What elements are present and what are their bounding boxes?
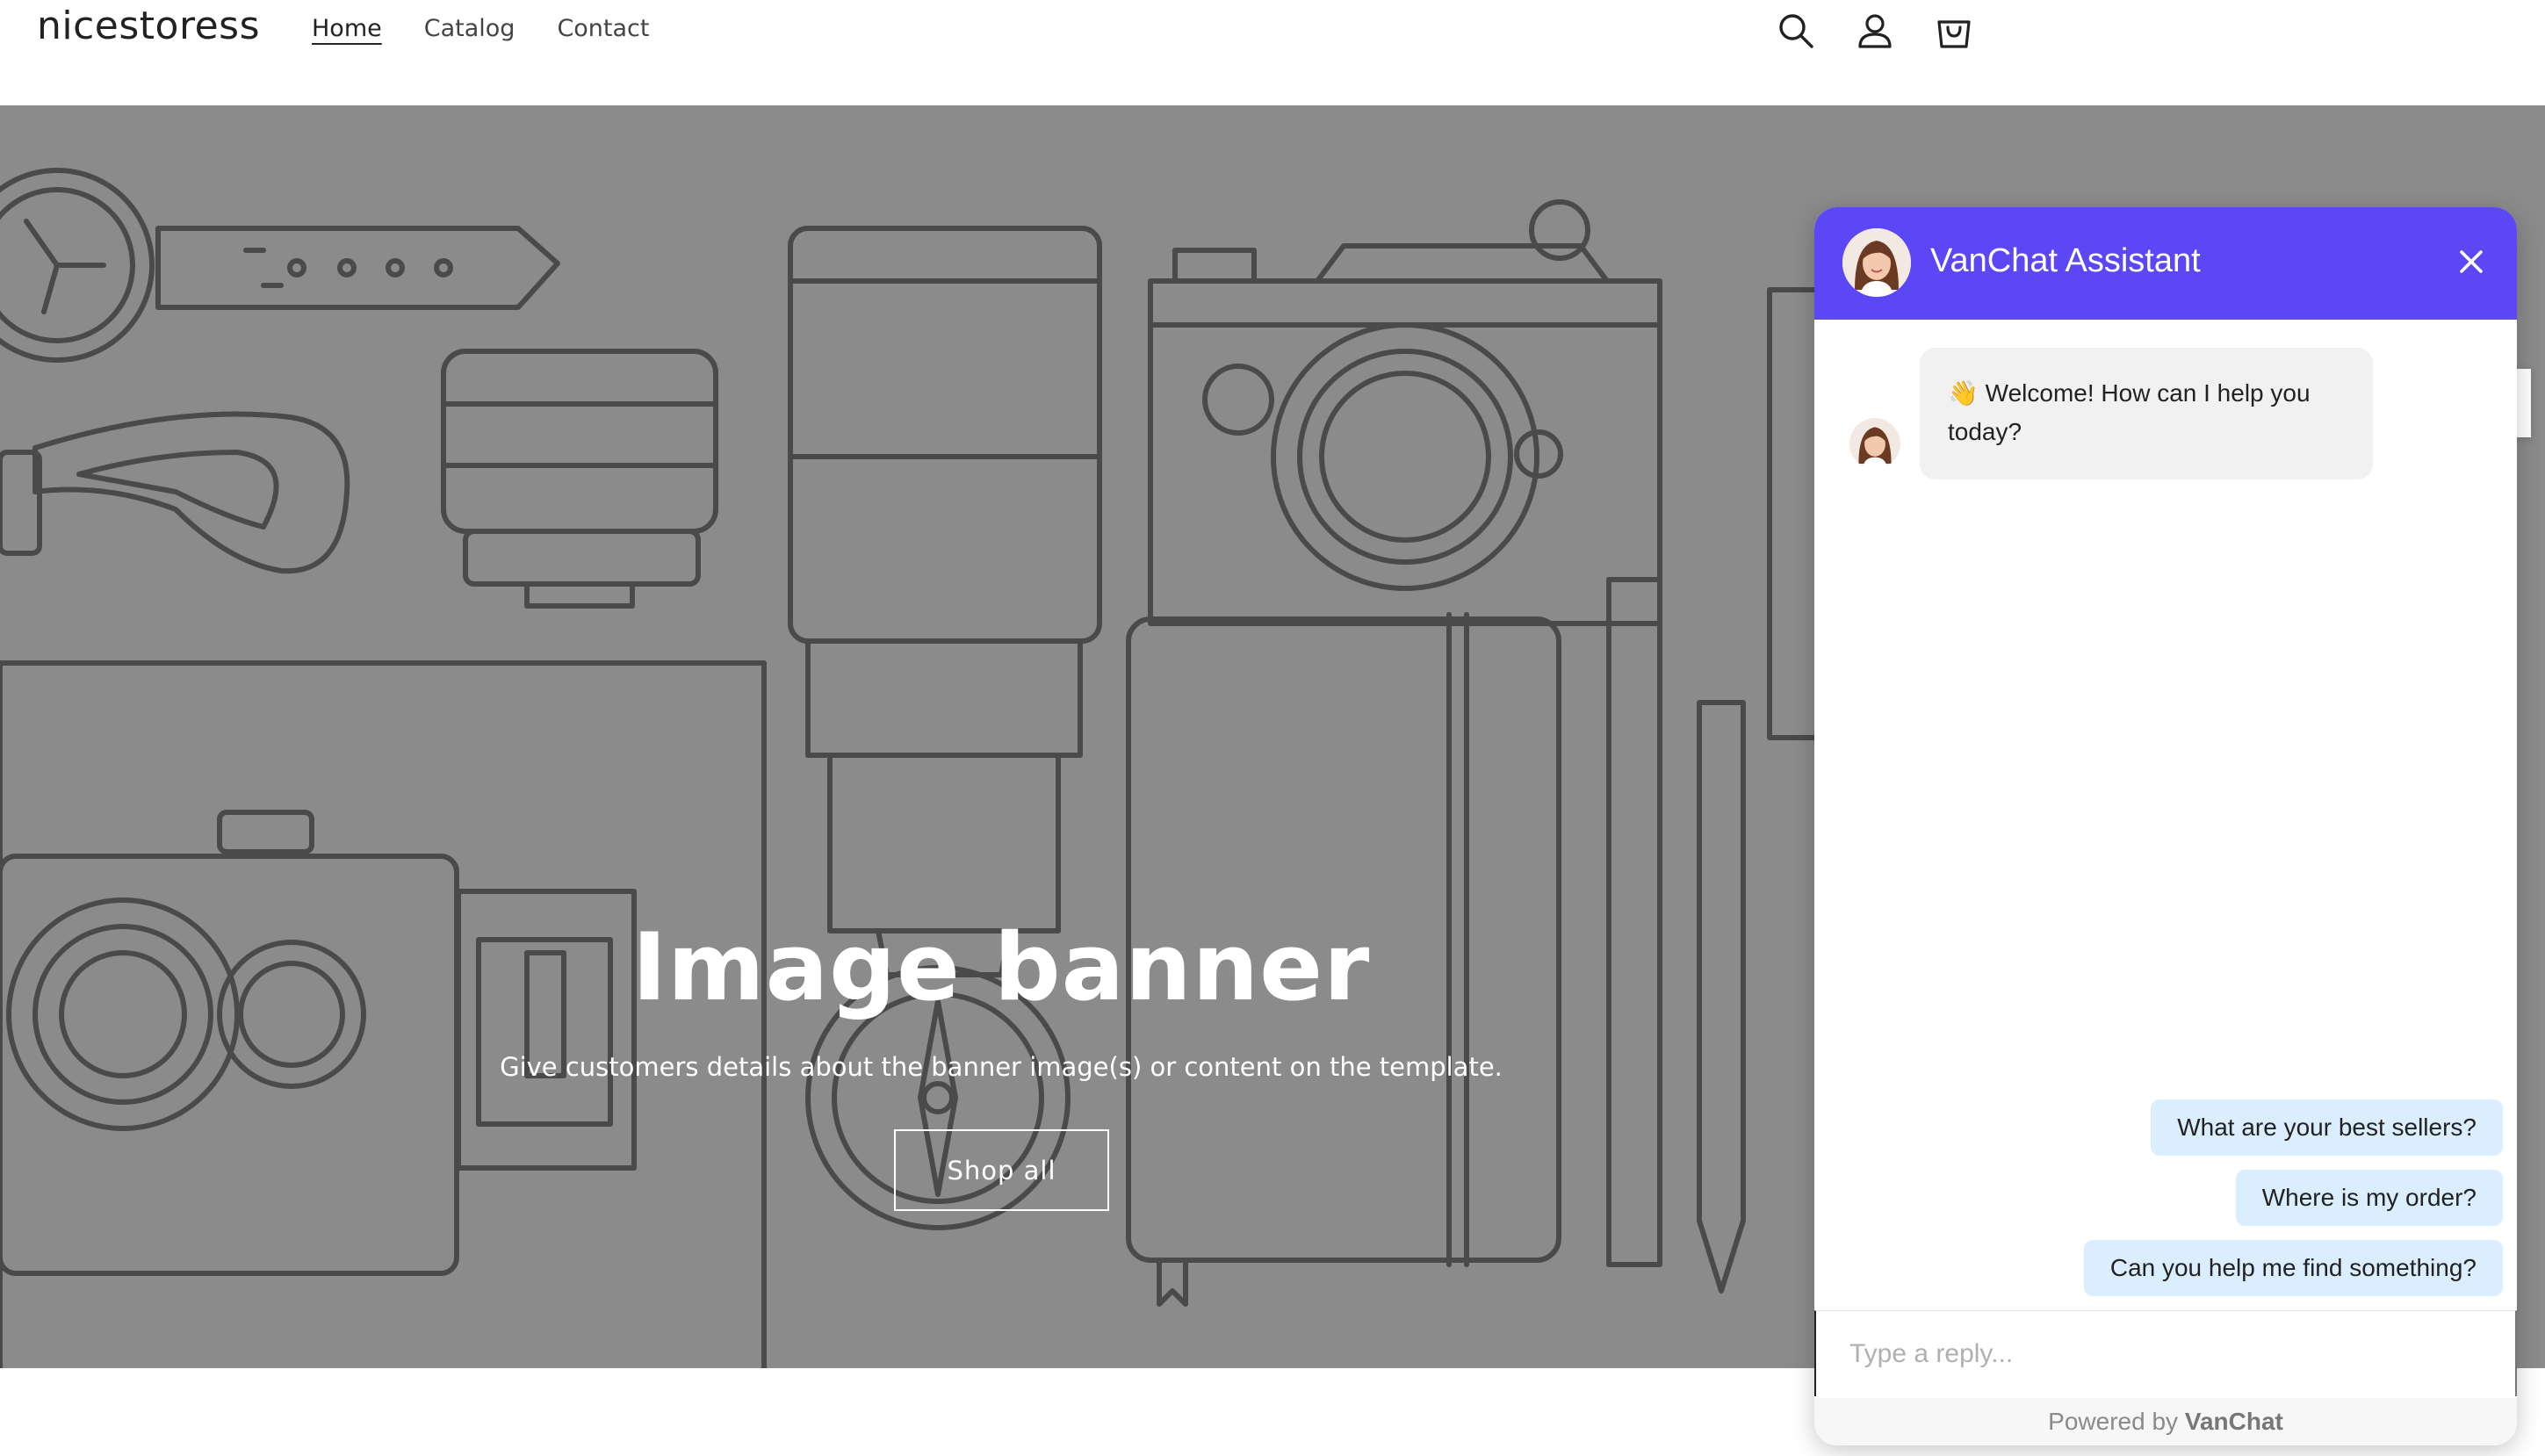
- chat-widget: VanChat Assistant 👋 Welcome! How can I h…: [1814, 207, 2517, 1445]
- bot-message-text: Welcome! How can I help you today?: [1948, 379, 2311, 445]
- quick-reply-order-status[interactable]: Where is my order?: [2235, 1170, 2503, 1226]
- close-icon[interactable]: [2452, 242, 2491, 281]
- wave-icon: 👋: [1948, 379, 1979, 407]
- site-header: nicestoress Home Catalog Contact: [0, 0, 2545, 105]
- search-icon[interactable]: [1774, 9, 1818, 53]
- powered-prefix: Powered by: [2048, 1408, 2179, 1435]
- chat-reply-input[interactable]: [1814, 1310, 2517, 1396]
- quick-reply-best-sellers[interactable]: What are your best sellers?: [2151, 1099, 2503, 1156]
- nav-catalog[interactable]: Catalog: [424, 15, 515, 42]
- message-avatar: [1849, 418, 1900, 469]
- chat-header: VanChat Assistant: [1814, 207, 2517, 320]
- main-nav: Home Catalog Contact: [312, 15, 649, 42]
- account-icon[interactable]: [1853, 9, 1897, 53]
- header-actions: [1774, 9, 1976, 53]
- quick-reply-find-something[interactable]: Can you help me find something?: [2083, 1240, 2503, 1296]
- banner-subtitle: Give customers details about the banner …: [500, 1052, 1503, 1082]
- powered-by: Powered by VanChat: [1814, 1398, 2517, 1445]
- assistant-avatar: [1842, 228, 1911, 297]
- store-logo[interactable]: nicestoress: [37, 4, 260, 48]
- bot-message: 👋 Welcome! How can I help you today?: [1920, 348, 2373, 479]
- nav-contact[interactable]: Contact: [557, 15, 649, 42]
- cart-icon[interactable]: [1932, 9, 1976, 53]
- nav-home[interactable]: Home: [312, 15, 382, 42]
- banner-title: Image banner: [631, 913, 1371, 1021]
- chat-title: VanChat Assistant: [1930, 242, 2201, 279]
- powered-brand[interactable]: VanChat: [2185, 1408, 2283, 1435]
- shop-all-button[interactable]: Shop all: [894, 1129, 1109, 1211]
